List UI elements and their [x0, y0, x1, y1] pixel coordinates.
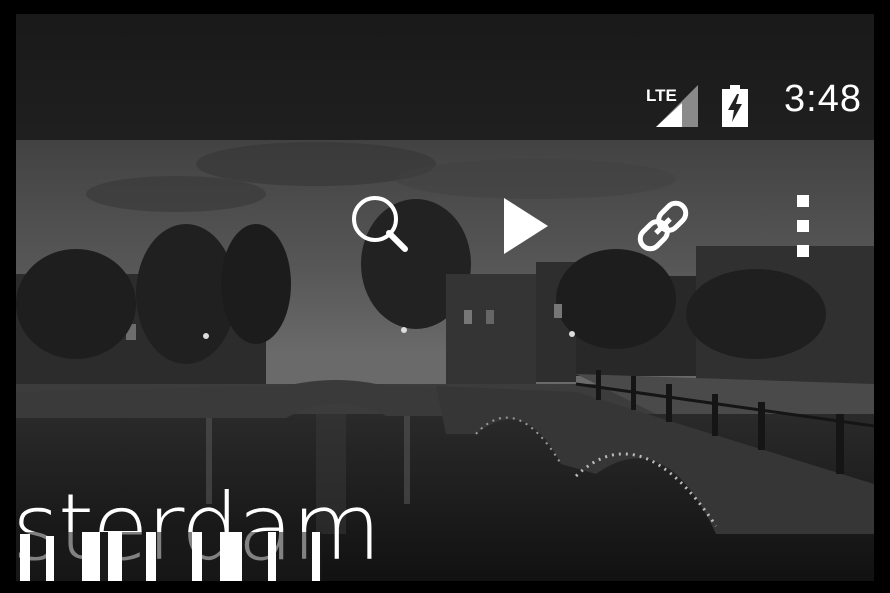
app-toolbar: [16, 140, 874, 257]
lte-signal-icon: LTE: [646, 85, 698, 127]
overflow-menu-button[interactable]: [767, 190, 839, 262]
search-icon: [352, 196, 408, 252]
share-link-button[interactable]: [627, 190, 699, 262]
battery-charging-icon: [722, 85, 748, 127]
status-clock: 3:48: [784, 78, 862, 120]
search-button[interactable]: [346, 190, 418, 262]
play-icon: [504, 198, 548, 254]
status-bar: LTE 3:48: [16, 14, 874, 140]
app-screen: LTE 3:48 sterdam: [16, 14, 874, 581]
svg-text:LTE: LTE: [646, 86, 677, 105]
title-render-artifact: [16, 532, 322, 581]
play-button[interactable]: [490, 190, 562, 262]
link-icon: [637, 200, 689, 252]
overflow-menu-icon: [797, 195, 809, 257]
